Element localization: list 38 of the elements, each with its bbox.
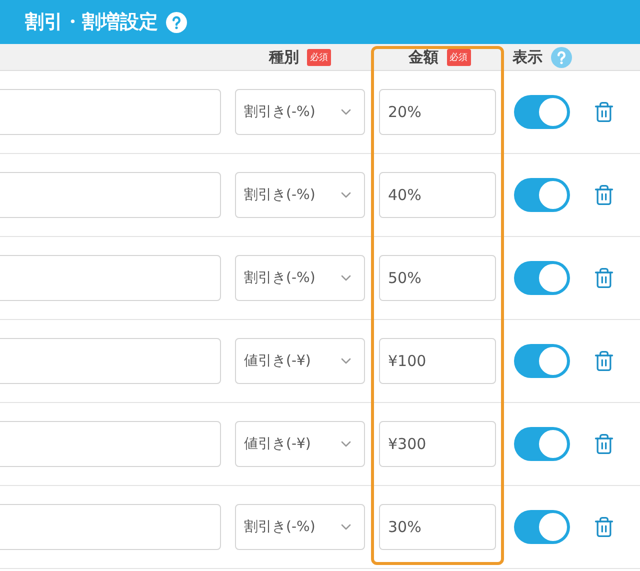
trash-icon[interactable] [593,267,615,289]
visibility-toggle[interactable] [514,261,570,295]
name-field[interactable] [0,255,221,301]
name-field[interactable] [0,89,221,135]
visibility-toggle[interactable] [514,95,570,129]
type-select[interactable]: 割引き(-%) [235,172,365,218]
visibility-toggle[interactable] [514,344,570,378]
amount-field[interactable]: 40% [379,172,496,218]
trash-icon[interactable] [593,433,615,455]
column-header: 表示 [512,48,542,66]
required-badge: 必須 [446,48,470,66]
visibility-toggle[interactable] [514,510,570,544]
amount-field[interactable]: ¥300 [379,421,496,467]
column-header: 金額 [408,48,438,66]
visibility-toggle[interactable] [514,427,570,461]
help-icon[interactable] [166,12,187,32]
amount-field[interactable]: 20% [379,89,496,135]
amount-field[interactable]: 30% [379,504,496,550]
visibility-toggle[interactable] [514,178,570,212]
name-field[interactable] [0,504,221,550]
trash-icon[interactable] [593,101,615,123]
amount-field[interactable]: 50% [379,255,496,301]
type-select[interactable]: 値引き(-¥) [235,421,365,467]
page-title: 割引・割増設定 [25,10,158,35]
type-select[interactable]: 割引き(-%) [235,89,365,135]
type-select[interactable]: 割引き(-%) [235,255,365,301]
trash-icon[interactable] [593,350,615,372]
trash-icon[interactable] [593,516,615,538]
column-header: 種別 [269,48,299,66]
name-field[interactable] [0,338,221,384]
amount-field[interactable]: ¥100 [379,338,496,384]
help-icon[interactable] [550,46,572,68]
trash-icon[interactable] [593,184,615,206]
required-badge: 必須 [307,48,331,66]
type-select[interactable]: 割引き(-%) [235,504,365,550]
type-select[interactable]: 値引き(-¥) [235,338,365,384]
name-field[interactable] [0,421,221,467]
name-field[interactable] [0,172,221,218]
